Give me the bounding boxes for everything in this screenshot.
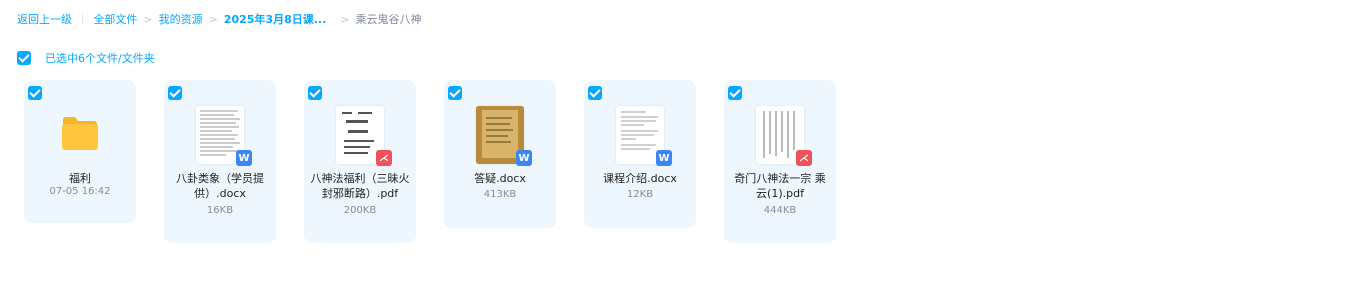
photo-thumbnail: W — [472, 106, 532, 166]
item-name[interactable]: 答疑.docx — [450, 171, 550, 186]
item-checkbox[interactable] — [588, 86, 602, 100]
chevron-right-icon: > — [208, 12, 218, 26]
breadcrumb: 返回上一级 | 全部文件 > 我的资源 > 2025年3月8日课... > 乘云… — [17, 10, 422, 28]
chevron-right-icon: > — [340, 12, 350, 26]
file-card-kecheng-jieshao[interactable]: W 课程介绍.docx 12KB — [584, 80, 696, 228]
item-checkbox[interactable] — [28, 86, 42, 100]
file-card-bashenfa-fuli[interactable]: ⋌ 八神法福利（三昧火 封邪断路）.pdf 200KB — [304, 80, 416, 243]
file-card-folder-fuli[interactable]: 福利 07-05 16:42 — [24, 80, 136, 223]
item-name[interactable]: 奇门八神法一宗 乘云(1).pdf — [730, 171, 830, 201]
item-checkbox[interactable] — [728, 86, 742, 100]
document-thumbnail: W — [612, 106, 672, 166]
selection-bar: 已选中6个文件/文件夹 — [17, 50, 155, 66]
item-size: 200KB — [343, 205, 377, 216]
document-thumbnail: ⋌ — [332, 106, 392, 166]
word-icon: W — [516, 150, 532, 166]
document-thumbnail: W — [192, 106, 252, 166]
item-checkbox[interactable] — [308, 86, 322, 100]
pdf-icon: ⋌ — [376, 150, 392, 166]
item-checkbox[interactable] — [448, 86, 462, 100]
breadcrumb-current: 乘云鬼谷八神 — [355, 13, 422, 26]
select-all-checkbox[interactable] — [17, 51, 31, 65]
document-thumbnail: ⋌ — [752, 106, 812, 166]
back-link[interactable]: 返回上一级 — [17, 11, 72, 27]
breadcrumb-all-files[interactable]: 全部文件 — [93, 11, 137, 27]
file-card-dayi[interactable]: W 答疑.docx 413KB — [444, 80, 556, 228]
breadcrumb-course[interactable]: 2025年3月8日课... — [224, 11, 326, 27]
chevron-right-icon: > — [143, 12, 153, 26]
pdf-icon: ⋌ — [796, 150, 812, 166]
item-size: 413KB — [483, 189, 517, 200]
item-name[interactable]: 课程介绍.docx — [590, 171, 690, 186]
item-size: 16KB — [206, 205, 234, 216]
word-icon: W — [656, 150, 672, 166]
breadcrumb-my-resources[interactable]: 我的资源 — [159, 11, 203, 27]
file-card-qimen-bashenfa[interactable]: ⋌ 奇门八神法一宗 乘云(1).pdf 444KB — [724, 80, 836, 243]
selection-count-label: 已选中6个文件/文件夹 — [45, 52, 155, 65]
item-name[interactable]: 八卦类象（学员提供）.docx — [170, 171, 270, 201]
item-checkbox[interactable] — [168, 86, 182, 100]
item-size: 12KB — [626, 189, 654, 200]
folder-icon — [62, 117, 98, 150]
item-size: 444KB — [763, 205, 797, 216]
item-name[interactable]: 八神法福利（三昧火 封邪断路）.pdf — [310, 171, 410, 201]
item-date: 07-05 16:42 — [49, 186, 111, 197]
breadcrumb-divider: | — [81, 13, 85, 25]
file-card-bagua[interactable]: W 八卦类象（学员提供）.docx 16KB — [164, 80, 276, 243]
word-icon: W — [236, 150, 252, 166]
item-name[interactable]: 福利 — [30, 171, 130, 186]
